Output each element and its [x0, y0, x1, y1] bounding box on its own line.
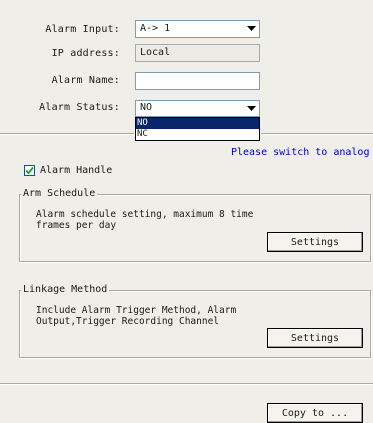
- alarm-status-dropdown-list: NO NC: [135, 117, 260, 141]
- alarm-status-value: NO: [140, 102, 153, 113]
- alarm-name-input[interactable]: [135, 72, 260, 90]
- arm-schedule-title: Arm Schedule: [21, 188, 98, 200]
- ip-address-field: Local: [135, 44, 260, 62]
- chevron-down-icon[interactable]: [244, 102, 258, 116]
- alarm-handle-label: Alarm Handle: [40, 165, 113, 176]
- chevron-down-icon[interactable]: [244, 22, 258, 36]
- alarm-handle-checkbox-row[interactable]: Alarm Handle: [24, 165, 112, 176]
- alarm-name-label: Alarm Name:: [51, 75, 120, 86]
- ip-address-label: IP address:: [51, 48, 120, 59]
- alarm-input-label: Alarm Input:: [45, 24, 120, 35]
- copy-to-button[interactable]: Copy to ...: [267, 403, 363, 423]
- switch-analog-notice: Please switch to analog: [231, 147, 370, 158]
- section-divider: [0, 133, 134, 135]
- checkmark-icon: [25, 166, 34, 175]
- arm-schedule-settings-button[interactable]: Settings: [267, 232, 363, 252]
- linkage-method-title: Linkage Method: [21, 284, 110, 296]
- linkage-method-description: Include Alarm Trigger Method, Alarm Outp…: [36, 305, 237, 327]
- bottom-divider: [0, 383, 373, 385]
- section-divider: [261, 133, 373, 135]
- alarm-status-select[interactable]: NO: [135, 100, 260, 117]
- alarm-input-value: A-> 1: [140, 23, 171, 34]
- alarm-status-option-no[interactable]: NO: [136, 118, 259, 129]
- linkage-method-settings-button[interactable]: Settings: [267, 328, 363, 348]
- alarm-input-select[interactable]: A-> 1: [135, 20, 260, 38]
- alarm-status-option-nc[interactable]: NC: [136, 129, 259, 140]
- arm-schedule-description: Alarm schedule setting, maximum 8 time f…: [36, 209, 254, 231]
- alarm-status-label: Alarm Status:: [39, 102, 120, 113]
- alarm-handle-checkbox[interactable]: [24, 165, 35, 176]
